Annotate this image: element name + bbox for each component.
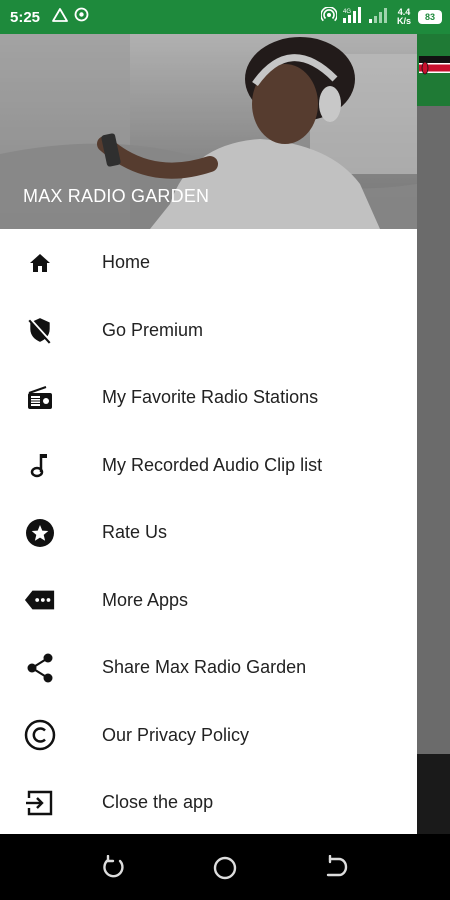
exit-icon [24,787,56,819]
hotspot-icon [320,5,338,28]
network-speed-unit: K/s [396,16,411,26]
home-icon [24,247,56,279]
kenya-flag-icon [419,56,450,80]
menu-item-label: My Recorded Audio Clip list [102,454,323,475]
share-icon [24,652,56,684]
menu-item-go-premium[interactable]: Go Premium [0,297,417,365]
menu-item-label: Share Max Radio Garden [102,657,307,678]
more-tag-icon [24,584,56,616]
status-bar: 5:25 4G 4.4 K/s 83 [0,0,450,34]
menu-item-rate-us[interactable]: Rate Us [0,499,417,567]
background-app[interactable] [417,34,450,834]
menu-item-label: Go Premium [102,319,204,340]
back-icon[interactable] [324,855,350,881]
signal-icon: 4G [342,6,363,28]
star-circle-icon [24,517,56,549]
alert-triangle-icon [52,7,68,27]
signal-weak-icon [368,7,387,28]
drawer-menu: Home Go Premium My Favorite Radio Statio… [0,229,417,834]
menu-item-home[interactable]: Home [0,229,417,297]
menu-item-label: My Favorite Radio Stations [102,387,319,408]
network-speed: 4.4 K/s [397,8,411,26]
notification-icon [74,7,89,27]
menu-item-label: Close the app [102,792,214,813]
menu-item-privacy-policy[interactable]: Our Privacy Policy [0,702,417,770]
drawer-header: MAX RADIO GARDEN [0,34,417,229]
radio-icon [24,382,56,414]
menu-item-more-apps[interactable]: More Apps [0,567,417,635]
menu-item-close-app[interactable]: Close the app [0,769,417,834]
menu-item-label: Our Privacy Policy [102,724,250,745]
music-note-icon [24,449,56,481]
menu-item-label: Home [102,252,151,273]
svg-text:4G: 4G [343,9,351,15]
home-nav-icon[interactable] [212,855,238,881]
menu-item-recorded-clips[interactable]: My Recorded Audio Clip list [0,432,417,500]
shield-off-icon [24,314,56,346]
menu-item-label: More Apps [102,589,189,610]
menu-item-label: Rate Us [102,522,168,543]
status-time: 5:25 [10,8,41,26]
navigation-drawer: MAX RADIO GARDEN Home Go Premium My Favo… [0,34,417,834]
menu-item-share[interactable]: Share Max Radio Garden [0,634,417,702]
background-app-footer [417,754,450,834]
battery-indicator: 83 [418,10,442,24]
copyright-icon [24,719,56,751]
menu-item-favorite-stations[interactable]: My Favorite Radio Stations [0,364,417,432]
drawer-header-title: MAX RADIO GARDEN [23,186,210,206]
system-navigation-bar [0,834,450,900]
recents-icon[interactable] [100,855,126,881]
